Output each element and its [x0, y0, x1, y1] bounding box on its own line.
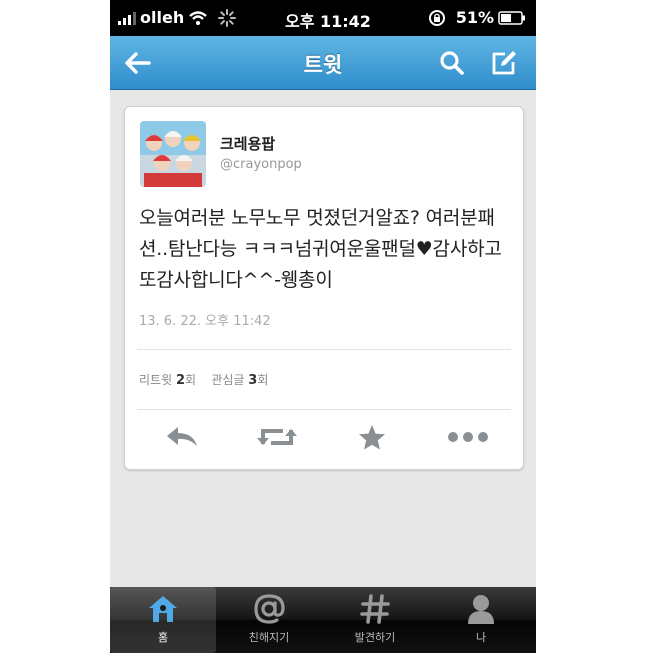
user-handle: @crayonpop	[220, 157, 302, 172]
retweet-label: 리트윗	[139, 373, 173, 387]
tab-label: 나	[475, 631, 487, 644]
phone-screen: olleh 오후 11:42 51% 트윗 크레용팝 @crayonpop 오늘…	[110, 0, 536, 653]
battery-percent: 51%	[455, 8, 494, 27]
retweet-unit: 회	[185, 373, 197, 387]
retweet-button[interactable]	[252, 417, 302, 457]
tab-label: 홈	[157, 631, 169, 644]
star-icon	[359, 424, 385, 450]
signal-icon	[118, 11, 136, 25]
more-button[interactable]	[443, 417, 493, 457]
hash-icon	[360, 594, 390, 624]
home-icon	[149, 596, 177, 622]
carrier-label: olleh	[140, 8, 185, 27]
search-button[interactable]	[427, 36, 477, 89]
more-dots-icon	[448, 432, 488, 442]
tweet-text: 오늘여러분 노무노무 멋졌던거알죠? 여러분패션..탐난다능 ㅋㅋㅋ넘귀여운울팬…	[139, 207, 502, 291]
tab-bar: 홈 친해지기 발견하기 나	[110, 587, 536, 653]
divider	[137, 349, 511, 350]
divider	[137, 409, 511, 410]
tab-connect[interactable]: 친해지기	[216, 587, 322, 653]
retweet-icon	[257, 429, 297, 445]
person-icon	[468, 595, 494, 624]
reply-button[interactable]	[157, 417, 207, 457]
clock: 오후 11:42	[285, 12, 371, 31]
compose-button[interactable]	[479, 36, 529, 89]
battery-group: 51%	[428, 8, 526, 27]
avatar[interactable]	[140, 121, 206, 187]
wifi-icon	[189, 10, 207, 25]
at-icon	[254, 594, 285, 624]
display-name[interactable]: 크레용팝	[220, 133, 275, 154]
tab-discover[interactable]: 발견하기	[322, 587, 428, 653]
favorite-label: 관심글	[211, 373, 245, 387]
tweet-stats: 리트윗 2회 관심글 3회	[139, 371, 268, 388]
nav-bar: 트윗	[110, 36, 536, 90]
reply-icon	[167, 427, 197, 446]
tweet-card: 크레용팝 @crayonpop 오늘여러분 노무노무 멋졌던거알죠? 여러분패션…	[124, 106, 524, 470]
battery-icon	[498, 10, 525, 25]
tab-me[interactable]: 나	[428, 587, 534, 653]
search-icon	[440, 50, 464, 75]
activity-spinner-icon	[218, 8, 237, 27]
tab-label: 발견하기	[354, 631, 396, 644]
favorite-unit: 회	[257, 373, 269, 387]
favorite-stat[interactable]: 관심글 3회	[211, 373, 269, 388]
tweet-timestamp: 13. 6. 22. 오후 11:42	[139, 314, 271, 329]
tab-home[interactable]: 홈	[110, 587, 216, 653]
tab-label: 친해지기	[248, 631, 290, 644]
carrier-group: olleh	[118, 8, 237, 27]
rotation-lock-icon	[428, 9, 445, 26]
favorite-button[interactable]	[347, 417, 397, 457]
retweet-count: 2	[175, 373, 185, 388]
favorite-count: 3	[248, 373, 258, 388]
compose-icon	[492, 50, 516, 74]
status-bar: olleh 오후 11:42 51%	[110, 0, 536, 36]
retweet-stat[interactable]: 리트윗 2회	[139, 373, 197, 388]
